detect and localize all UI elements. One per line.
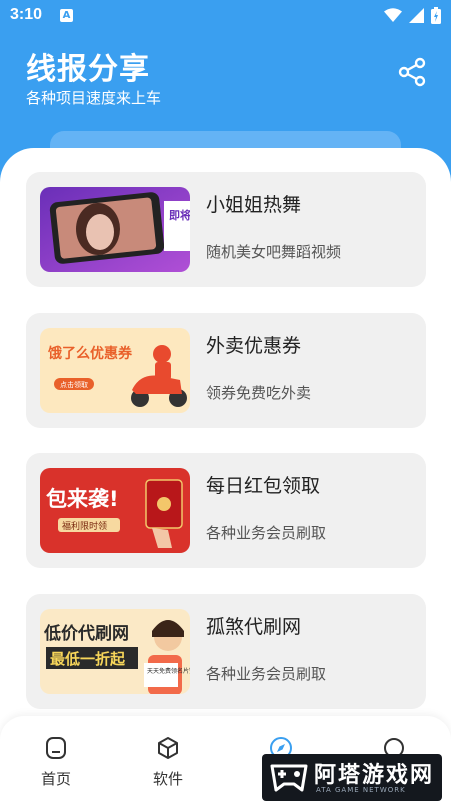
nav-home[interactable]: 首页 — [16, 736, 96, 789]
shuawang-thumbnail: 低价代刷网 最低一折起 天天免费领名片赞 — [40, 609, 190, 694]
thumb-text-2: 最低一折起 — [50, 650, 126, 668]
card-title: 外卖优惠券 — [206, 335, 302, 357]
card-description: 随机美女吧舞蹈视频 — [206, 243, 342, 261]
card-redpacket[interactable]: 包来袭! 福利限时领 每日红包领取 各种业务会员刷取 — [26, 453, 426, 568]
thumb-badge: 天天免费领名片赞 — [147, 667, 190, 675]
card-shuawang[interactable]: 低价代刷网 最低一折起 天天免费领名片赞 孤煞代刷网 各种业务会员刷取 — [26, 594, 426, 709]
card-description: 各种业务会员刷取 — [206, 665, 327, 683]
battery-icon — [431, 7, 441, 24]
status-bar: 3:10 A — [0, 0, 451, 32]
nav-label: 软件 — [152, 770, 183, 788]
page-subtitle: 各种项目速度来上车 — [26, 89, 162, 107]
watermark-subtitle: ATA GAME NETWORK — [316, 786, 406, 794]
card-dance[interactable]: 即将播放 小姐姐热舞 随机美女吧舞蹈视频 — [26, 172, 426, 287]
nav-label: 首页 — [40, 770, 71, 788]
redpacket-thumbnail: 包来袭! 福利限时领 — [40, 468, 190, 553]
watermark: 阿塔游戏网 ATA GAME NETWORK — [262, 754, 442, 801]
coupon-thumbnail: 饿了么优惠券 点击领取 — [40, 328, 190, 413]
thumb-text: 饿了么优惠券 — [47, 345, 133, 362]
status-time: 3:10 — [10, 6, 43, 23]
card-title: 孤煞代刷网 — [206, 616, 302, 638]
card-title: 小姐姐热舞 — [206, 194, 302, 216]
dance-thumbnail: 即将播放 — [40, 187, 190, 272]
status-icons — [384, 7, 441, 24]
thumb-text: 即将播放 — [169, 208, 190, 222]
card-description: 领券免费吃外卖 — [206, 384, 312, 402]
share-icon[interactable] — [397, 57, 427, 87]
gamepad-logo-icon — [270, 764, 308, 792]
card-title: 每日红包领取 — [206, 475, 321, 497]
page-title: 线报分享 — [26, 52, 150, 87]
watermark-title: 阿塔游戏网 — [314, 763, 435, 788]
signal-icon — [409, 8, 424, 23]
thumb-text-1: 低价代刷网 — [43, 623, 129, 644]
box-icon — [158, 737, 178, 759]
card-coupon[interactable]: 饿了么优惠券 点击领取 外卖优惠券 领券免费吃外卖 — [26, 313, 426, 428]
card-description: 各种业务会员刷取 — [206, 524, 327, 542]
thumb-button: 福利限时领 — [62, 520, 107, 532]
thumb-text: 包来袭! — [46, 487, 119, 511]
wifi-icon — [384, 8, 402, 22]
thumb-button: 点击领取 — [60, 380, 88, 389]
notification-badge: A — [60, 9, 73, 22]
nav-software[interactable]: 软件 — [128, 736, 208, 789]
home-icon — [46, 737, 66, 759]
